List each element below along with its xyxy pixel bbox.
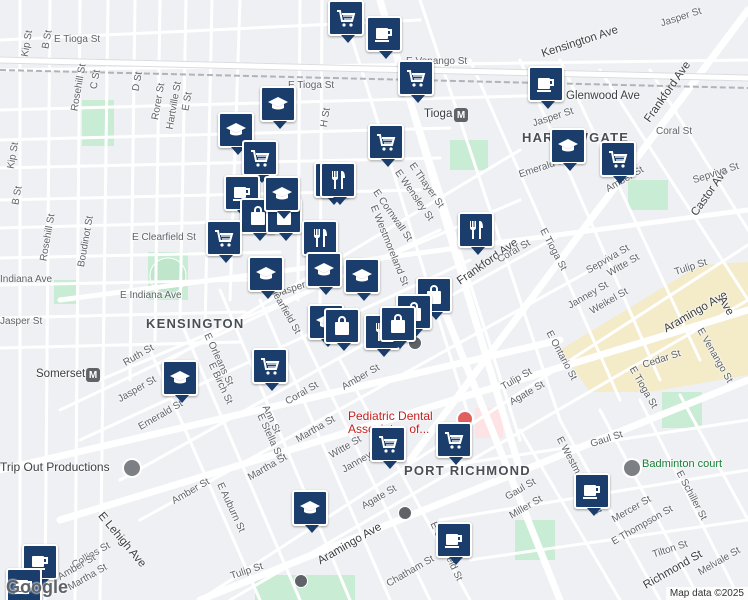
- cup-icon[interactable]: [436, 522, 472, 565]
- school-icon: [314, 263, 334, 276]
- bus-stop-icon[interactable]: [398, 506, 412, 520]
- shopping-bag-icon[interactable]: [380, 306, 416, 349]
- cart-icon[interactable]: [398, 60, 434, 103]
- cart-icon: [407, 70, 426, 87]
- school-icon: [268, 97, 288, 110]
- school-icon: [226, 123, 246, 136]
- shopping-bag-icon: [391, 314, 405, 333]
- cup-icon: [375, 28, 392, 42]
- fork-knife-icon[interactable]: [320, 162, 356, 205]
- cart-icon: [609, 151, 628, 168]
- street-label: E Tioga St: [54, 34, 101, 45]
- place-pin-icon[interactable]: [122, 458, 142, 478]
- cart-icon[interactable]: [600, 141, 636, 184]
- street-label: E Clearfield St: [132, 232, 196, 243]
- cart-icon[interactable]: [242, 140, 278, 183]
- street-label: E Indiana Ave: [120, 290, 182, 301]
- cup-icon: [537, 78, 554, 92]
- school-icon: [300, 501, 320, 514]
- cart-icon: [379, 436, 398, 453]
- cart-icon[interactable]: [328, 0, 364, 43]
- cart-icon[interactable]: [370, 426, 406, 469]
- station-label[interactable]: Tioga: [424, 108, 452, 120]
- map-canvas[interactable]: HARROWGATE KENSINGTON PORT RICHMOND Kens…: [0, 0, 748, 600]
- station-label[interactable]: Somerset: [36, 368, 85, 380]
- google-logo: Google: [6, 577, 68, 597]
- shopping-bag-icon[interactable]: [324, 308, 360, 351]
- school-icon: [558, 139, 578, 152]
- fork-knife-icon[interactable]: [458, 212, 494, 255]
- cup-icon[interactable]: [574, 473, 610, 516]
- fork-knife-icon: [314, 229, 327, 247]
- cart-icon[interactable]: [252, 348, 288, 391]
- school-icon[interactable]: [306, 252, 342, 295]
- cart-icon: [337, 10, 356, 27]
- place-label[interactable]: Badminton court: [642, 458, 722, 470]
- cart-icon: [377, 134, 396, 151]
- cup-icon: [445, 534, 462, 548]
- transit-station-icon[interactable]: M: [86, 368, 100, 382]
- place-label[interactable]: Trip Out Productions: [0, 460, 110, 474]
- transit-station-icon[interactable]: M: [454, 108, 468, 122]
- school-icon: [170, 371, 190, 384]
- cart-icon: [215, 230, 234, 247]
- cart-icon: [251, 150, 270, 167]
- street-label: Glenwood Ave: [566, 90, 640, 102]
- neighborhood-label: PORT RICHMOND: [404, 463, 531, 478]
- cup-icon[interactable]: [528, 66, 564, 109]
- map-attribution[interactable]: Map data ©2025: [665, 587, 748, 600]
- fork-knife-icon: [470, 221, 483, 239]
- cart-icon[interactable]: [436, 422, 472, 465]
- bus-stop-icon[interactable]: [294, 574, 308, 588]
- school-icon[interactable]: [162, 360, 198, 403]
- school-icon: [272, 187, 292, 200]
- place-pin-icon[interactable]: [622, 458, 642, 478]
- street-label: Indiana Ave: [0, 274, 53, 285]
- school-icon[interactable]: [260, 86, 296, 129]
- shopping-bag-icon: [335, 316, 349, 335]
- school-icon[interactable]: [264, 176, 300, 219]
- cup-icon[interactable]: [366, 16, 402, 59]
- school-icon[interactable]: [550, 128, 586, 171]
- school-icon[interactable]: [344, 258, 380, 301]
- cup-icon: [583, 485, 600, 499]
- cart-icon: [445, 432, 464, 449]
- school-icon[interactable]: [292, 490, 328, 533]
- school-icon: [352, 269, 372, 282]
- cart-icon[interactable]: [206, 220, 242, 263]
- street-label: Jasper St: [0, 316, 43, 327]
- neighborhood-label: KENSINGTON: [146, 316, 245, 331]
- street-label: Coral St: [656, 126, 693, 137]
- cart-icon[interactable]: [368, 124, 404, 167]
- school-icon: [256, 267, 276, 280]
- cart-icon: [261, 358, 280, 375]
- school-icon[interactable]: [248, 256, 284, 299]
- fork-knife-icon[interactable]: [302, 220, 338, 263]
- fork-knife-icon: [332, 171, 345, 189]
